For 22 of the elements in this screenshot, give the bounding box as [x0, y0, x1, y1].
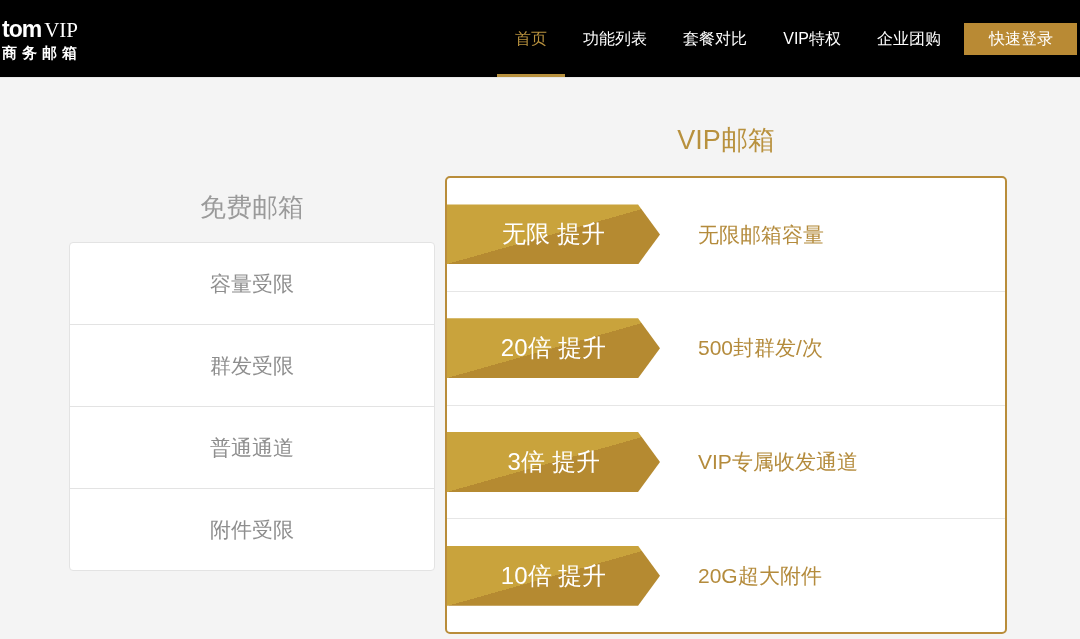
feature-description: 无限邮箱容量 — [698, 221, 824, 248]
feature-label: 普通通道 — [210, 434, 294, 461]
upgrade-ribbon: 20倍 提升 — [447, 318, 660, 379]
feature-description: VIP专属收发通道 — [698, 449, 858, 476]
feature-label: 群发受限 — [210, 352, 294, 379]
nav-tab[interactable]: 企业团购 — [859, 0, 959, 77]
upgrade-ribbon: 3倍 提升 — [447, 431, 660, 492]
nav-tab[interactable]: 首页 — [497, 0, 566, 77]
upgrade-ribbon: 无限 提升 — [447, 204, 660, 265]
nav-tab[interactable]: 套餐对比 — [665, 0, 766, 77]
feature-label: 附件受限 — [210, 516, 294, 543]
nav-tab[interactable]: 功能列表 — [565, 0, 666, 77]
feature-label: 容量受限 — [210, 270, 294, 297]
logo-vip-text: VIP — [44, 19, 78, 41]
nav-tab[interactable]: VIP特权 — [765, 0, 859, 77]
free-plan-title: 免费邮箱 — [199, 191, 305, 224]
upgrade-ribbon: 10倍 提升 — [447, 545, 660, 606]
logo-wordmark: tom — [2, 17, 42, 41]
logo-subtitle: 商务邮箱 — [2, 44, 82, 60]
vip-plan-title: VIP邮箱 — [676, 124, 776, 157]
feature-description: 500封群发/次 — [698, 335, 823, 362]
feature-description: 20G超大附件 — [698, 562, 822, 589]
